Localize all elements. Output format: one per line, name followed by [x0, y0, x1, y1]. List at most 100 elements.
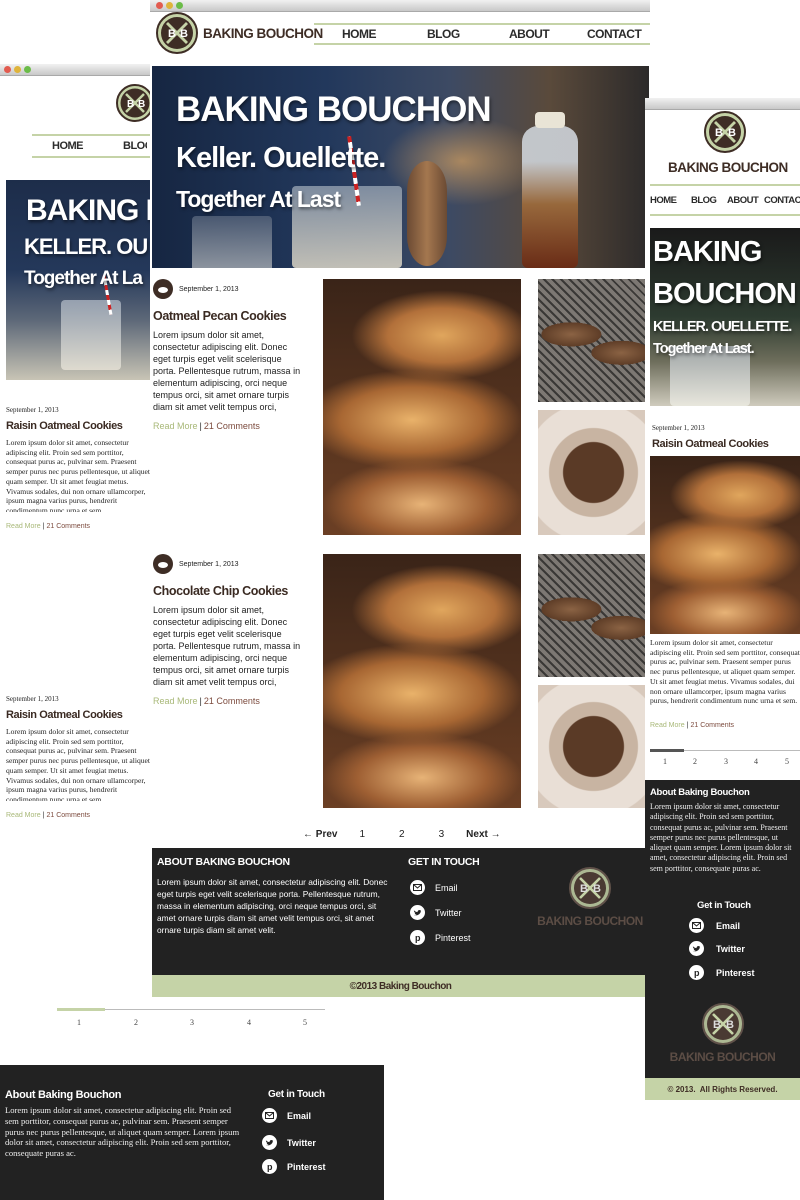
close-dot[interactable] — [156, 2, 163, 9]
jar-icon — [192, 216, 272, 268]
page-1-link[interactable]: 1 — [77, 1018, 81, 1027]
page-4-link[interactable]: 4 — [247, 1018, 251, 1027]
page-2-link[interactable]: 2 — [399, 829, 405, 840]
twitter-link[interactable]: Twitter — [410, 905, 462, 920]
read-more-link[interactable]: Read More — [650, 722, 685, 729]
desktop-post-1: September 1, 2013 Oatmeal Pecan Cookies … — [153, 279, 305, 431]
read-more-link[interactable]: Read More — [153, 696, 198, 706]
post-meta: Read More | 21 Comments — [153, 696, 305, 706]
minimize-dot[interactable] — [14, 66, 21, 73]
next-page-link[interactable]: Next → — [466, 829, 500, 840]
phone-hero: BAKING BOUCHON KELLER. OUELLETTE. Togeth… — [650, 228, 800, 406]
phone-nav-blog[interactable]: BLOG — [691, 195, 717, 206]
post-2-main-photo[interactable] — [323, 554, 521, 808]
logo-letter: B — [127, 99, 134, 110]
page-2-link[interactable]: 2 — [693, 757, 697, 766]
read-more-link[interactable]: Read More — [6, 523, 41, 530]
pagination-active-bar — [650, 749, 684, 752]
comments-link[interactable]: 21 Comments — [46, 523, 90, 530]
brand-wordmark[interactable]: BAKING BOUCHON — [203, 26, 323, 41]
tablet-logo[interactable]: B B — [116, 84, 154, 122]
page-3-link[interactable]: 3 — [724, 757, 728, 766]
footer-touch-title: GET IN TOUCH — [408, 856, 480, 868]
read-more-link[interactable]: Read More — [6, 812, 41, 819]
footer-logo[interactable]: B B BAKING BOUCHON — [535, 866, 645, 928]
page-3-link[interactable]: 3 — [439, 829, 445, 840]
pinterest-label: Pinterest — [435, 932, 471, 943]
comments-link[interactable]: 21 Comments — [690, 722, 734, 729]
post-date: September 1, 2013 — [6, 695, 59, 703]
phone-copyright-bar: © 2013. All Rights Reserved. — [645, 1078, 800, 1100]
page-1-link[interactable]: 1 — [663, 757, 667, 766]
tablet-nav-blog[interactable]: BLOG — [123, 140, 147, 152]
twitter-link[interactable]: Twitter — [262, 1135, 316, 1150]
email-link[interactable]: Email — [410, 880, 458, 895]
logo-badge-icon: B B — [116, 84, 154, 122]
page-5-link[interactable]: 5 — [303, 1018, 307, 1027]
close-dot[interactable] — [4, 66, 11, 73]
tablet-post-2: September 1, 2013 Raisin Oatmeal Cookies… — [6, 695, 152, 819]
post-title[interactable]: Raisin Oatmeal Cookies — [6, 420, 152, 432]
email-link[interactable]: Email — [689, 918, 740, 933]
phone-nav-about[interactable]: ABOUT — [727, 195, 759, 206]
email-link[interactable]: Email — [262, 1108, 311, 1123]
twitter-link[interactable]: Twitter — [689, 941, 745, 956]
post-2-plate-photo[interactable] — [538, 685, 649, 808]
read-more-link[interactable]: Read More — [153, 421, 198, 431]
logo-letter: B — [728, 127, 736, 139]
footer-about-title: About Baking Bouchon — [650, 787, 750, 798]
desktop-nav-blog[interactable]: BLOG — [427, 27, 460, 41]
meta-separator: | — [42, 812, 45, 819]
desktop-nav-about[interactable]: ABOUT — [509, 27, 550, 41]
phone-nav-home[interactable]: HOME — [650, 195, 677, 206]
tablet-window-bar — [0, 64, 160, 76]
tablet-pagination: 1 2 3 4 5 — [57, 1008, 325, 1032]
tablet-nav-home[interactable]: HOME — [52, 140, 84, 152]
tablet-footer: About Baking Bouchon Lorem ipsum dolor s… — [0, 1065, 384, 1200]
page-1-link[interactable]: 1 — [359, 829, 365, 840]
cookie-icon — [153, 279, 173, 299]
desktop-nav-home[interactable]: HOME — [342, 27, 377, 41]
phone-post-photo[interactable] — [650, 456, 800, 634]
page-4-link[interactable]: 4 — [754, 757, 758, 766]
pinterest-link[interactable]: p Pinterest — [410, 930, 471, 945]
post-1-main-photo[interactable] — [323, 279, 521, 535]
post-1-plate-photo[interactable] — [538, 410, 649, 535]
phone-pagination: 1 2 3 4 5 — [650, 749, 800, 771]
phone-wordmark[interactable]: BAKING BOUCHON — [668, 160, 788, 175]
post-2-rack-photo[interactable] — [538, 554, 649, 677]
post-1-rack-photo[interactable] — [538, 279, 649, 402]
logo-badge-icon: B B — [704, 111, 746, 153]
post-title[interactable]: Chocolate Chip Cookies — [153, 584, 305, 598]
pinterest-link[interactable]: p Pinterest — [689, 965, 755, 980]
twitter-icon — [689, 941, 704, 956]
phone-logo[interactable]: B B — [703, 110, 747, 154]
desktop-nav-contact[interactable]: CONTACT — [587, 27, 642, 41]
post-excerpt: Lorem ipsum dolor sit amet, consectetur … — [6, 727, 151, 801]
post-date: September 1, 2013 — [6, 406, 59, 414]
email-label: Email — [287, 1110, 312, 1121]
desktop-nav: HOME BLOG ABOUT CONTACT — [314, 23, 650, 45]
post-title[interactable]: Oatmeal Pecan Cookies — [153, 309, 305, 323]
post-title[interactable]: Raisin Oatmeal Cookies — [652, 438, 800, 450]
minimize-dot[interactable] — [166, 2, 173, 9]
desktop-logo[interactable]: B B BAKING BOUCHON — [156, 12, 323, 54]
logo-letter: B — [580, 883, 588, 895]
comments-link[interactable]: 21 Comments — [46, 812, 90, 819]
cookie-icon — [153, 554, 173, 574]
comments-link[interactable]: 21 Comments — [204, 696, 260, 706]
page-2-link[interactable]: 2 — [134, 1018, 138, 1027]
maximize-dot[interactable] — [176, 2, 183, 9]
maximize-dot[interactable] — [24, 66, 31, 73]
comments-link[interactable]: 21 Comments — [204, 421, 260, 431]
page-3-link[interactable]: 3 — [190, 1018, 194, 1027]
phone-nav-contact[interactable]: CONTACT — [764, 195, 800, 206]
prev-page-link[interactable]: ← Prev — [303, 829, 337, 840]
footer-wordmark: BAKING BOUCHON — [537, 914, 643, 928]
post-title[interactable]: Raisin Oatmeal Cookies — [6, 709, 152, 721]
logo-letter: B — [138, 99, 145, 110]
footer-touch-title: Get in Touch — [268, 1089, 325, 1100]
footer-logo[interactable]: B B BAKING BOUCHON — [645, 1002, 800, 1064]
pinterest-link[interactable]: p Pinterest — [262, 1159, 326, 1174]
page-5-link[interactable]: 5 — [785, 757, 789, 766]
